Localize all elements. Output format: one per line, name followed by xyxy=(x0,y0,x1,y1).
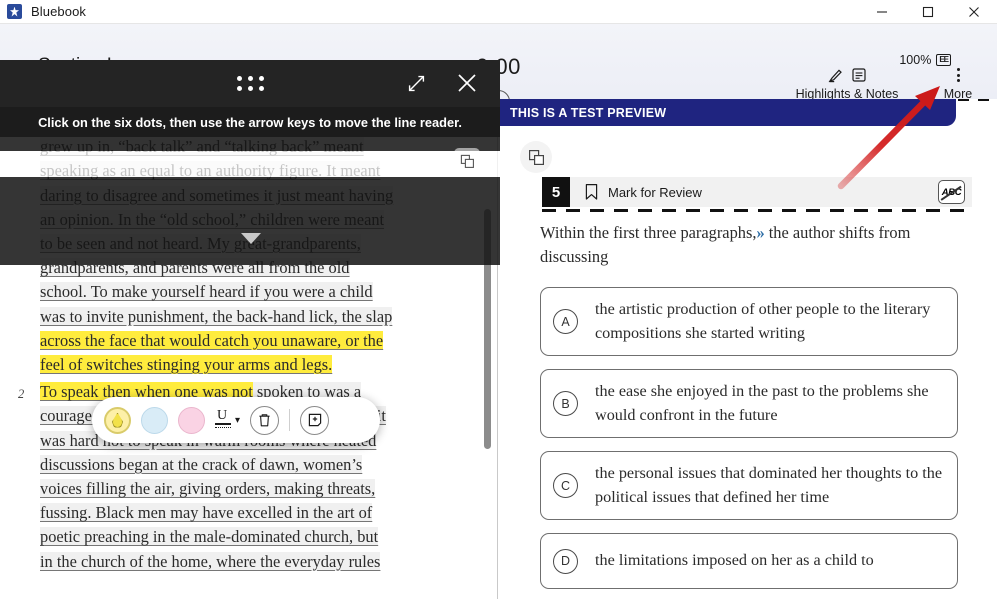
answer-choice-d[interactable]: D the limitations imposed on her as a ch… xyxy=(540,533,958,589)
question-stem-before: Within the first three paragraphs, xyxy=(540,223,757,242)
choice-letter: B xyxy=(553,391,578,416)
highlights-notes-tool[interactable]: Highlights & Notes xyxy=(775,65,919,101)
close-icon xyxy=(458,74,476,92)
answer-choices: A the artistic production of other peopl… xyxy=(540,287,958,599)
line-reader-copy-button[interactable] xyxy=(454,148,480,174)
question-stem: Within the first three paragraphs,» the … xyxy=(540,221,970,269)
choice-text: the personal issues that dominated her t… xyxy=(595,464,943,506)
add-note-icon xyxy=(308,413,321,427)
answer-choice-c[interactable]: C the personal issues that dominated her… xyxy=(540,451,958,520)
window-title: Bluebook xyxy=(31,4,87,19)
test-content-area: In the world of the southern black commu… xyxy=(0,99,997,599)
passage-line-highlighted: feel of switches stinging your arms and … xyxy=(40,355,333,375)
passage-line: In the world of the southern black commu… xyxy=(40,113,351,132)
line-reader-close-button[interactable] xyxy=(456,72,478,99)
choice-text: the ease she enjoyed in the past to the … xyxy=(595,382,929,424)
more-menu-button[interactable]: More xyxy=(927,65,989,101)
underline-icon: U xyxy=(215,408,232,431)
passage-line: grandparents, and parents were all from … xyxy=(40,258,350,278)
chevron-down-icon[interactable]: ▾ xyxy=(235,415,240,426)
question-pane: THIS IS A TEST PREVIEW 5 Mark for Review… xyxy=(498,99,997,599)
underline-style-tool[interactable]: U ▾ xyxy=(215,408,240,431)
passage-line: fussing. Black men may have excelled in … xyxy=(40,503,373,523)
expand-arrows-icon xyxy=(408,75,425,92)
trash-icon xyxy=(259,414,270,427)
passage-line: an opinion. In the “old school,” childre… xyxy=(40,209,385,229)
passage-line: to be seen and not heard. My great-grand… xyxy=(40,234,361,254)
passage-line: discussions began at the crack of dawn, … xyxy=(40,454,363,474)
blue-highlight-swatch[interactable] xyxy=(141,406,168,434)
passage-line: voices filling the air, giving orders, m… xyxy=(40,479,376,499)
bookmark-icon xyxy=(585,184,598,200)
choice-letter: D xyxy=(553,548,578,574)
copy-icon xyxy=(460,154,474,168)
abc-label: ABC xyxy=(941,186,962,198)
line-reader-header[interactable] xyxy=(0,60,500,107)
question-header-bar: 5 Mark for Review ABC xyxy=(542,177,972,207)
delete-highlight-button[interactable] xyxy=(250,405,280,435)
add-note-button[interactable] xyxy=(300,405,330,435)
bluebook-logo-icon xyxy=(7,4,22,19)
passage-paragraph-1: In the world of the southern black commu… xyxy=(40,111,467,377)
passage-line: speaking as an equal to an authority fig… xyxy=(40,161,381,181)
passage-line: daring to disagree and sometimes it just… xyxy=(40,185,394,205)
bluebook-app-window: Bluebook Section I 0:00 Hide 100% EE xyxy=(0,0,997,599)
close-button[interactable] xyxy=(951,0,997,24)
minimize-button[interactable] xyxy=(859,0,905,24)
note-icon xyxy=(852,68,866,82)
question-bar-dashed-divider xyxy=(542,209,972,212)
passage-line: grew up in, “back talk” and “talking bac… xyxy=(40,137,364,157)
window-controls xyxy=(859,0,997,24)
test-preview-banner: THIS IS A TEST PREVIEW xyxy=(498,99,956,126)
mark-for-review-button[interactable]: Mark for Review xyxy=(584,183,702,201)
highlight-popup-toolbar[interactable]: U ▾ xyxy=(92,397,380,443)
pink-highlight-swatch[interactable] xyxy=(178,406,205,434)
toolbar-separator xyxy=(289,409,291,431)
expand-passage-button[interactable] xyxy=(520,141,552,173)
answer-choice-b[interactable]: B the ease she enjoyed in the past to th… xyxy=(540,369,958,438)
stem-marker-icon[interactable]: » xyxy=(756,223,764,242)
line-reader-resize-handle[interactable] xyxy=(241,233,261,244)
choice-text: the limitations imposed on her as a chil… xyxy=(595,551,874,570)
line-reader-expand-button[interactable] xyxy=(407,74,426,98)
highlighter-drop-icon xyxy=(112,412,123,428)
passage-line: in the church of the home, where the eve… xyxy=(40,551,381,571)
cross-out-button[interactable]: ABC xyxy=(938,180,965,204)
yellow-highlight-swatch[interactable] xyxy=(104,406,131,434)
passage-scrollbar[interactable] xyxy=(484,209,491,449)
expand-panel-icon xyxy=(528,149,544,165)
six-dots-icon[interactable] xyxy=(236,76,264,91)
answer-choice-a[interactable]: A the artistic production of other peopl… xyxy=(540,287,958,356)
paragraph-number: 2 xyxy=(18,387,25,402)
highlighter-pen-icon xyxy=(828,69,842,82)
more-vertical-dots-icon xyxy=(927,65,989,85)
passage-pane[interactable]: In the world of the southern black commu… xyxy=(0,99,497,599)
mark-for-review-label: Mark for Review xyxy=(608,184,702,200)
highlights-notes-icons xyxy=(775,65,919,85)
os-title-bar: Bluebook xyxy=(0,0,997,24)
passage-line-highlighted: across the face that would catch you una… xyxy=(40,330,384,350)
choice-text: the artistic production of other people … xyxy=(595,300,931,342)
choice-letter: A xyxy=(553,309,578,334)
choice-letter: C xyxy=(553,473,578,498)
passage-line: was to invite punishment, the back-hand … xyxy=(40,306,393,326)
underline-letter: U xyxy=(217,408,228,423)
passage-line: school. To make yourself heard if you we… xyxy=(40,282,373,302)
question-number-badge: 5 xyxy=(542,177,570,207)
passage-line: poetic preaching in the male-dominated c… xyxy=(40,527,379,547)
maximize-button[interactable] xyxy=(905,0,951,24)
